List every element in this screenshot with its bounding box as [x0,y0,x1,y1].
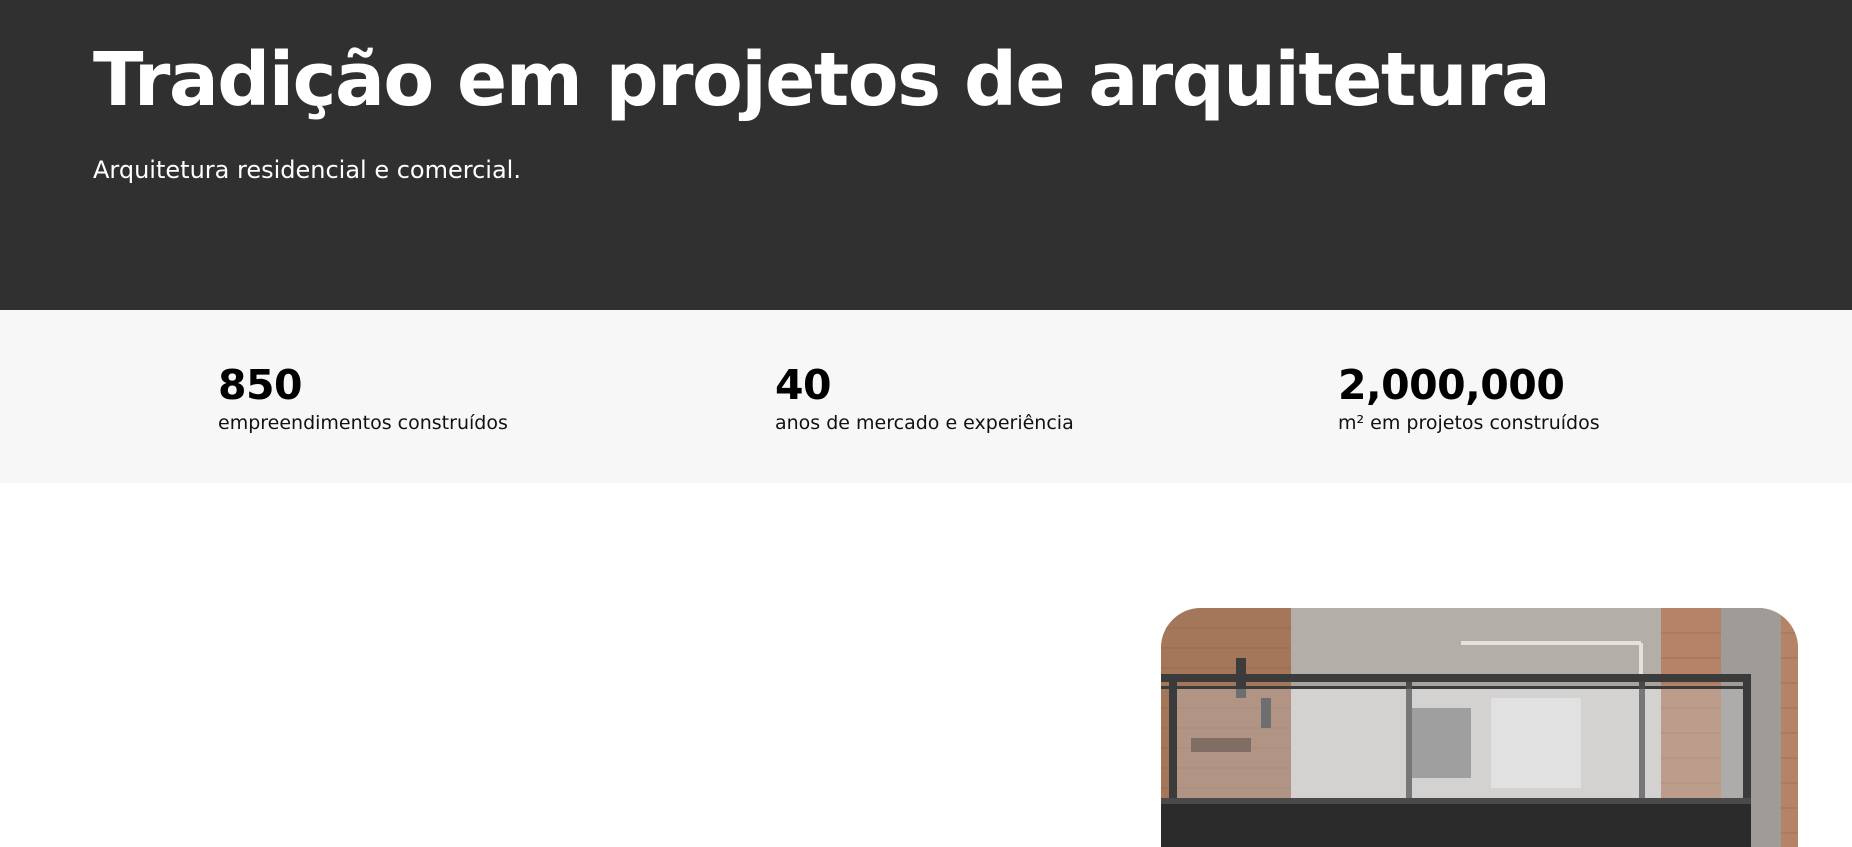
stat-value: 2,000,000 [1338,361,1565,409]
loft-interior-illustration [1161,608,1798,847]
stat-buildings: 850 empreendimentos construídos [218,360,508,436]
hero-section: Tradição em projetos de arquitetura Arqu… [0,0,1852,310]
stat-value: 850 [218,361,303,409]
stat-label: anos de mercado e experiência [775,412,1074,434]
stat-label: empreendimentos construídos [218,412,508,434]
hero-subtitle: Arquitetura residencial e comercial. [93,156,521,184]
stat-value: 40 [775,361,832,409]
hero-title: Tradição em projetos de arquitetura [93,37,1551,123]
stats-bar: 850 empreendimentos construídos 40 anos … [0,310,1852,483]
project-photo [1161,608,1798,847]
stat-years: 40 anos de mercado e experiência [775,360,1074,436]
stat-area: 2,000,000 m² em projetos construídos [1338,360,1600,436]
stat-label: m² em projetos construídos [1338,412,1600,434]
